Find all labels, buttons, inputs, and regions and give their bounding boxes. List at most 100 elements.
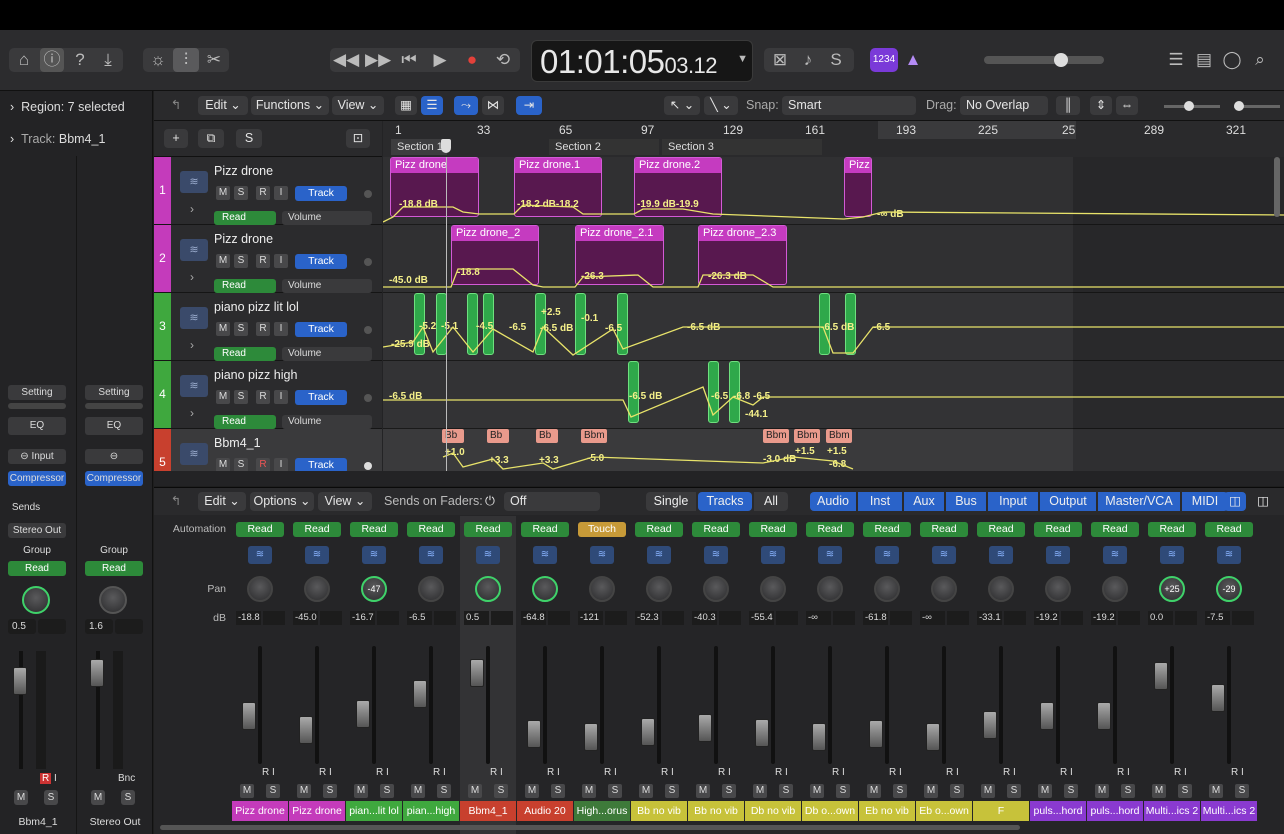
- edit-menu[interactable]: Edit ⌄: [198, 96, 248, 115]
- vertical-zoom-slider[interactable]: [1164, 101, 1220, 111]
- mute-button[interactable]: M: [216, 186, 230, 200]
- region-inspector-header[interactable]: › Region: 7 selected: [10, 100, 125, 114]
- global-tracks-icon[interactable]: ⊡: [346, 129, 370, 148]
- browser-icon[interactable]: ⌕: [1248, 48, 1272, 72]
- download-icon[interactable]: ⤓: [96, 48, 120, 72]
- solo-button[interactable]: S: [234, 458, 248, 471]
- fader-cap[interactable]: [90, 659, 104, 687]
- track-inspector-header[interactable]: › Track: Bbm4_1: [10, 132, 105, 146]
- input-monitor-button[interactable]: I: [274, 186, 288, 200]
- solo-button[interactable]: S: [234, 390, 248, 404]
- automation-mode-select[interactable]: Read: [214, 279, 276, 293]
- pan-value[interactable]: 0.5: [8, 619, 36, 634]
- count-in-badge[interactable]: 1234: [870, 48, 898, 72]
- automation-param-select[interactable]: Volume: [282, 415, 372, 429]
- filter-master-vca[interactable]: Master/VCA: [1098, 492, 1180, 511]
- grid-view-icon[interactable]: ▦: [395, 96, 417, 115]
- db-value[interactable]: [38, 619, 66, 634]
- filter-midi[interactable]: MIDI: [1182, 492, 1228, 511]
- group-slot[interactable]: Group: [85, 543, 143, 558]
- filter-audio[interactable]: Audio: [810, 492, 856, 511]
- automation-icon[interactable]: ⤳: [454, 96, 478, 115]
- track-automation-button[interactable]: Track: [295, 390, 347, 405]
- mute-button[interactable]: M: [216, 458, 230, 471]
- tab-all[interactable]: All: [754, 492, 788, 511]
- track-name[interactable]: Bbm4_1: [214, 436, 261, 450]
- filter-bus[interactable]: Bus: [946, 492, 986, 511]
- mute-button[interactable]: M: [216, 254, 230, 268]
- chevron-right-icon[interactable]: ›: [190, 406, 194, 420]
- solo-button[interactable]: S: [234, 322, 248, 336]
- mute-button[interactable]: M: [14, 790, 28, 805]
- vertical-fit-icon[interactable]: ⇕: [1090, 96, 1112, 115]
- lcd-display[interactable]: 01:01:0503.12 ▼: [531, 40, 753, 82]
- pan-knob[interactable]: [99, 586, 127, 614]
- solo-icon[interactable]: S: [824, 48, 848, 72]
- power-icon[interactable]: ⏻: [480, 492, 500, 511]
- compressor-insert[interactable]: Compressor: [8, 471, 66, 486]
- flex-icon[interactable]: ⋈: [482, 96, 504, 115]
- waveform-zoom-icon[interactable]: ║: [1056, 96, 1080, 115]
- link-icon[interactable]: ⊖: [85, 449, 143, 464]
- add-track-icon[interactable]: +: [164, 129, 188, 148]
- solo-button[interactable]: S: [121, 790, 135, 805]
- track-header[interactable]: 1 ≋ Pizz drone M S R I Track › Read Volu…: [154, 157, 382, 225]
- chevron-right-icon[interactable]: ›: [190, 270, 194, 284]
- automation-param-select[interactable]: Volume: [282, 211, 372, 225]
- track-automation-button[interactable]: Track: [295, 186, 347, 201]
- duplicate-track-icon[interactable]: ⧉: [198, 129, 224, 148]
- automation-param-select[interactable]: Volume: [282, 347, 372, 361]
- library-icon[interactable]: ⌂: [12, 48, 36, 72]
- fader-cap[interactable]: [13, 667, 27, 695]
- pointer-tool-icon[interactable]: ↖ ⌄: [664, 96, 700, 115]
- automation-mode-select[interactable]: Read: [214, 415, 276, 429]
- group-slot[interactable]: Group: [8, 543, 66, 558]
- input-monitor-button[interactable]: I: [274, 390, 288, 404]
- mixer-edit-menu[interactable]: Edit ⌄: [198, 492, 246, 511]
- bounce-button[interactable]: Bnc: [118, 773, 135, 784]
- record-enable-button[interactable]: R: [256, 390, 270, 404]
- replace-icon[interactable]: ⊠: [768, 48, 792, 72]
- tab-single[interactable]: Single: [646, 492, 696, 511]
- input-slot[interactable]: ⊖ Input: [8, 449, 66, 464]
- go-to-start-icon[interactable]: ⏮: [396, 48, 422, 72]
- track-header[interactable]: 3 ≋ piano pizz lit lol M S R I Track › R…: [154, 293, 382, 361]
- automation-mode-select[interactable]: Read: [214, 211, 276, 225]
- inspector-icon[interactable]: ⓘ: [40, 48, 64, 72]
- playhead-handle[interactable]: [441, 139, 451, 153]
- notepad-icon[interactable]: ▤: [1192, 48, 1216, 72]
- pan-knob[interactable]: [22, 586, 50, 614]
- list-view-icon[interactable]: ☰: [421, 96, 443, 115]
- chevron-right-icon[interactable]: ›: [190, 338, 194, 352]
- track-name[interactable]: piano pizz lit lol: [214, 300, 299, 314]
- scissors-icon[interactable]: ✂: [202, 48, 226, 72]
- master-volume-knob[interactable]: [1054, 53, 1068, 67]
- snap-select[interactable]: Smart: [782, 96, 916, 115]
- track-header[interactable]: 2 ≋ Pizz drone M S R I Track › Read Volu…: [154, 225, 382, 293]
- input-monitor-button[interactable]: I: [274, 322, 288, 336]
- track-automation-button[interactable]: Track: [295, 458, 347, 471]
- input-monitor-button[interactable]: I: [274, 458, 288, 471]
- smart-controls-icon[interactable]: ☼: [146, 48, 170, 72]
- mixer-icon[interactable]: ⫶: [173, 48, 199, 72]
- track-name[interactable]: Pizz drone: [214, 232, 273, 246]
- solo-button[interactable]: S: [44, 790, 58, 805]
- automation-read[interactable]: Read: [8, 561, 66, 576]
- play-icon[interactable]: ▶: [427, 48, 453, 72]
- record-enable-button[interactable]: R: [256, 254, 270, 268]
- horizontal-fit-icon[interactable]: ⇔: [1116, 96, 1138, 115]
- cycle-icon[interactable]: ⟲: [490, 48, 516, 72]
- track-automation-button[interactable]: Track: [295, 254, 347, 269]
- mute-button[interactable]: M: [216, 390, 230, 404]
- track-name[interactable]: piano pizz high: [214, 368, 297, 382]
- marker-section-1[interactable]: Section 1: [391, 139, 447, 155]
- track-automation-button[interactable]: Track: [295, 322, 347, 337]
- ri-buttons[interactable]: R I: [40, 773, 57, 784]
- filter-output[interactable]: Output: [1040, 492, 1096, 511]
- track-header[interactable]: 4 ≋ piano pizz high M S R I Track › Read…: [154, 361, 382, 429]
- catch-icon[interactable]: ⇥: [516, 96, 542, 115]
- drag-select[interactable]: No Overlap: [960, 96, 1048, 115]
- rewind-icon[interactable]: ◀◀: [333, 48, 359, 72]
- track-name[interactable]: Pizz drone: [214, 164, 273, 178]
- solo-icon[interactable]: S: [236, 129, 262, 148]
